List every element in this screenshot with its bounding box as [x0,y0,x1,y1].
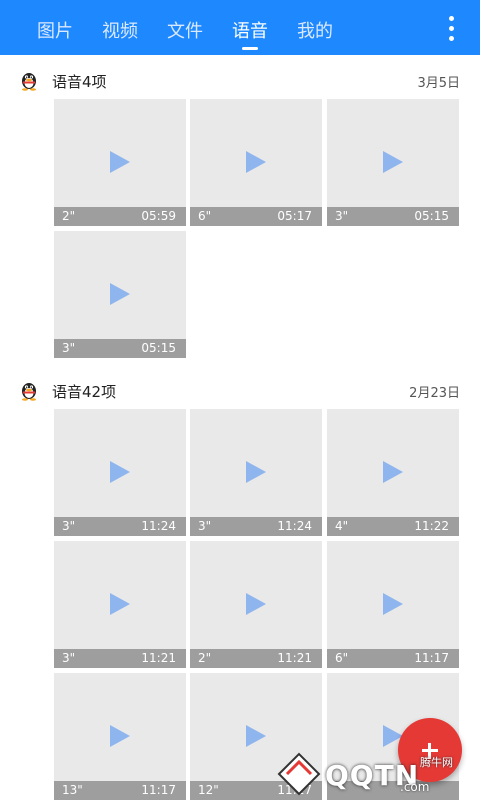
voice-duration: 2" [198,651,212,665]
play-icon [110,283,130,305]
tile-footer: 3" 11:24 [54,517,186,536]
tile-footer: 3" 11:21 [54,649,186,668]
voice-duration: 6" [335,651,349,665]
tab-pictures[interactable]: 图片 [37,17,73,43]
more-vert-icon[interactable] [448,16,456,42]
tile-footer: 4" 11:22 [327,517,459,536]
tile-footer: 13" 11:17 [54,781,186,800]
voice-duration: 2" [62,209,76,223]
top-tab-bar: 图片 视频 文件 语音 我的 [0,0,480,55]
section-header: 语音42项 2月23日 [0,376,480,406]
tab-voice[interactable]: 语音 [232,17,268,43]
tab-files[interactable]: 文件 [167,17,203,43]
qq-penguin-icon [22,383,36,401]
voice-time: 11:22 [414,519,449,533]
voice-tile[interactable]: 6" 05:17 [190,99,322,226]
voice-time: 05:59 [141,209,176,223]
voice-duration: 3" [198,519,212,533]
play-icon [383,593,403,615]
voice-duration: 12" [198,783,219,797]
voice-time: 11:21 [141,651,176,665]
watermark-small: 腾牛网 [420,756,453,769]
section-header: 语音4项 3月5日 [0,66,480,96]
tile-footer: 3" 05:15 [327,207,459,226]
tile-footer: 6" 05:17 [190,207,322,226]
voice-duration: 3" [62,519,76,533]
voice-tile[interactable]: 2" 11:21 [190,541,322,668]
watermark-suffix: .com [400,780,430,794]
voice-time: 11:17 [414,651,449,665]
voice-duration: 4" [335,519,349,533]
voice-tile[interactable]: 3" 05:15 [54,231,186,358]
play-icon [246,593,266,615]
section-title: 语音42项 [52,383,117,401]
play-icon [383,151,403,173]
voice-time: 11:24 [277,519,312,533]
voice-tile[interactable]: 4" 11:22 [327,409,459,536]
voice-time: 05:17 [277,209,312,223]
section-date: 2月23日 [409,386,460,401]
play-icon [110,151,130,173]
play-icon [110,593,130,615]
tab-videos[interactable]: 视频 [102,17,138,43]
voice-duration: 3" [62,341,76,355]
voice-duration: 6" [198,209,212,223]
voice-time: 11:21 [277,651,312,665]
play-icon [246,461,266,483]
play-icon [110,461,130,483]
voice-tile[interactable]: 13" 11:17 [54,673,186,800]
voice-tile[interactable]: 3" 05:15 [327,99,459,226]
tile-footer: 2" 05:59 [54,207,186,226]
tile-footer: 6" 11:17 [327,649,459,668]
voice-duration: 3" [62,651,76,665]
qq-penguin-icon [22,73,36,91]
play-icon [110,725,130,747]
tile-footer: 2" 11:21 [190,649,322,668]
voice-tile[interactable]: 3" 11:24 [190,409,322,536]
watermark-icon [277,752,321,796]
active-tab-indicator [242,47,258,50]
play-icon [383,461,403,483]
voice-tile[interactable]: 2" 05:59 [54,99,186,226]
tile-footer: 3" 05:15 [54,339,186,358]
play-icon [246,151,266,173]
section-title: 语音4项 [52,73,107,91]
voice-tile[interactable]: 3" 11:24 [54,409,186,536]
voice-time: 05:15 [141,341,176,355]
voice-time: 11:24 [141,519,176,533]
voice-tile[interactable]: 3" 11:21 [54,541,186,668]
voice-duration: 13" [62,783,83,797]
tile-footer: 3" 11:24 [190,517,322,536]
section-date: 3月5日 [417,76,460,91]
voice-time: 11:17 [141,783,176,797]
tab-mine[interactable]: 我的 [297,17,333,43]
voice-duration: 3" [335,209,349,223]
voice-tile[interactable]: 6" 11:17 [327,541,459,668]
voice-time: 05:15 [414,209,449,223]
play-icon [246,725,266,747]
watermark-logo: QQTN 腾牛网 .com [275,748,475,800]
